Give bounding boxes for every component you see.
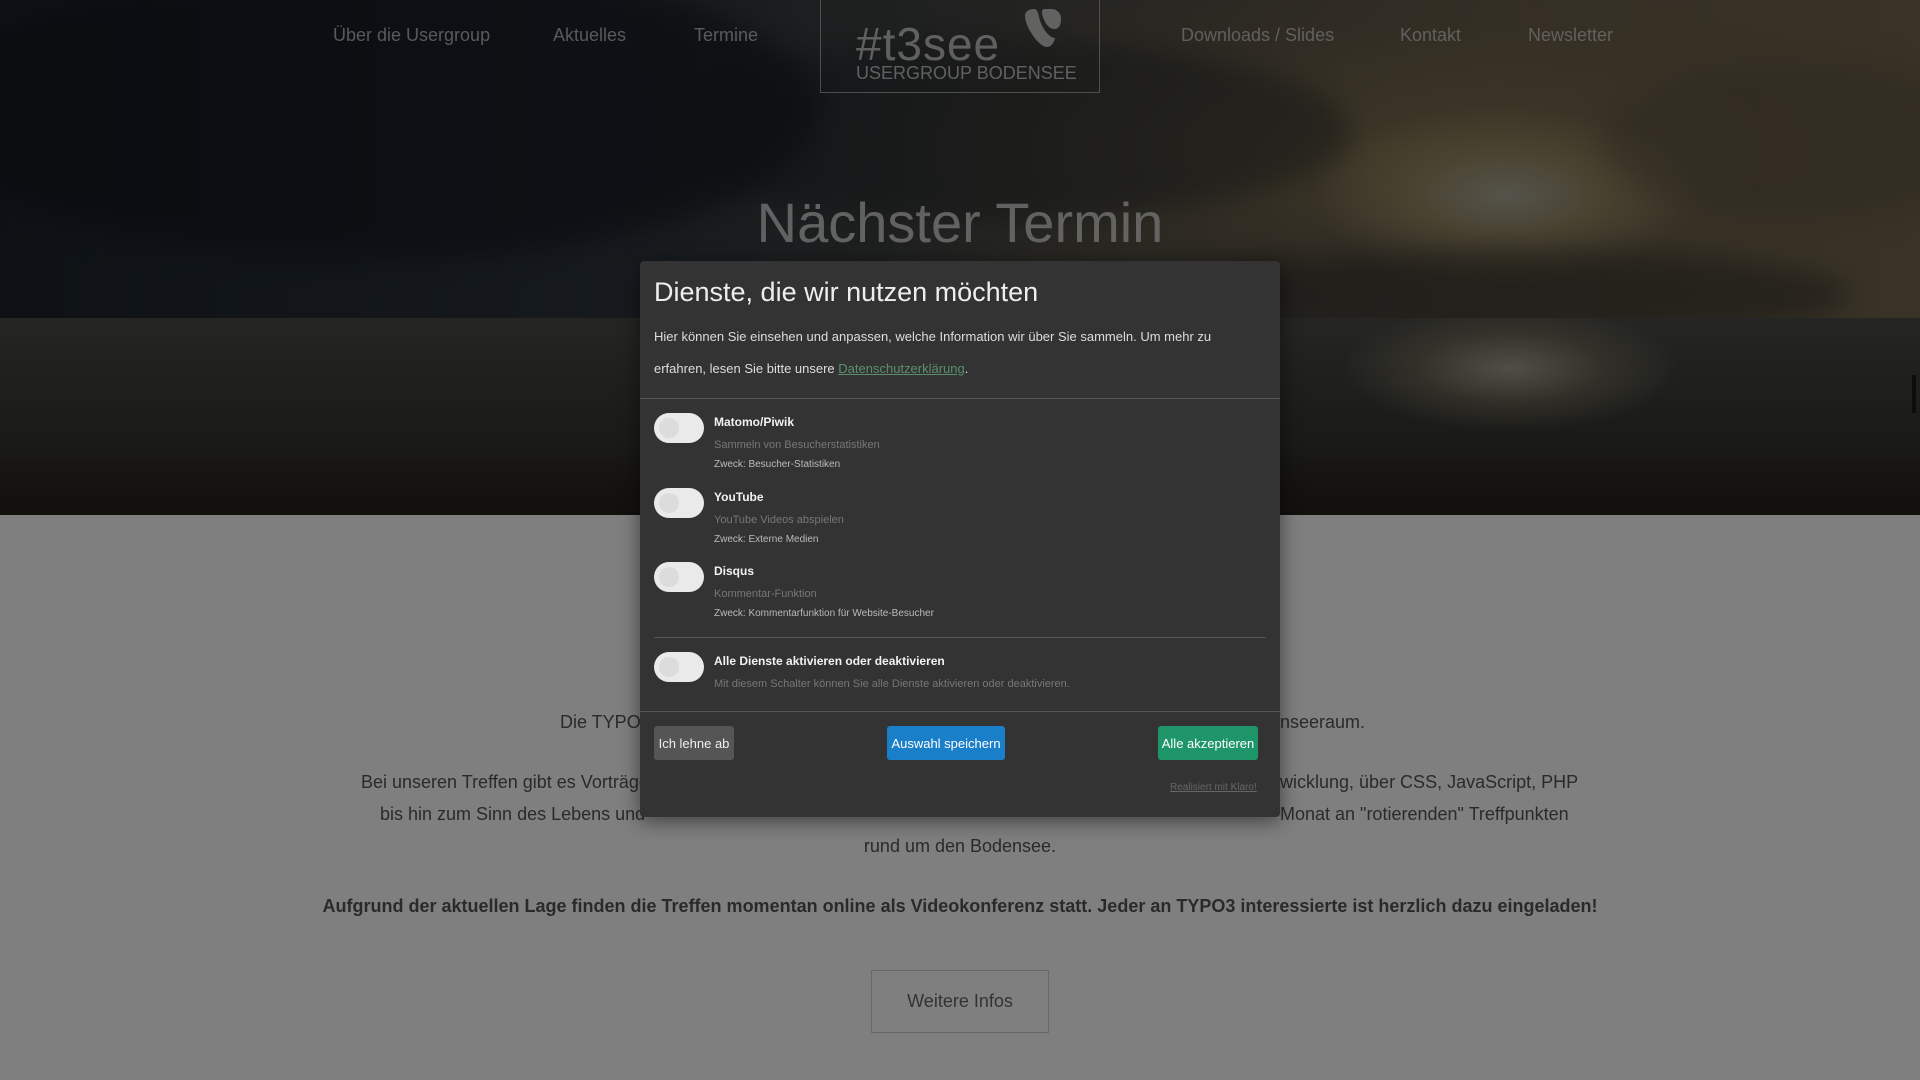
service-name: Disqus [714,564,755,578]
service-description: YouTube Videos abspielen [714,514,844,526]
service-matomo: Matomo/Piwik Sammeln von Besucherstatist… [654,413,1254,483]
youtube-toggle[interactable] [654,488,704,518]
decline-button[interactable]: Ich lehne ab [654,726,734,760]
divider [654,637,1266,638]
service-description: Sammeln von Besucherstatistiken [714,439,880,451]
service-purpose: Zweck: Kommentarfunktion für Website-Bes… [714,608,934,619]
toggle-all-switch[interactable] [654,652,704,682]
service-name: YouTube [714,490,764,504]
toggle-all-label: Alle Dienste aktivieren oder deaktiviere… [714,654,945,668]
consent-title: Dienste, die wir nutzen möchten [654,277,1039,307]
privacy-policy-link[interactable]: Datenschutzerklärung [838,361,964,376]
consent-intro-end: . [964,361,969,376]
matomo-toggle[interactable] [654,413,704,443]
service-disqus: Disqus Kommentar-Funktion Zweck: Komment… [654,562,1254,632]
consent-intro: Hier können Sie einsehen und anpassen, w… [654,321,1264,385]
save-selection-button[interactable]: Auswahl speichern [887,726,1005,760]
service-purpose: Zweck: Externe Medien [714,534,819,545]
divider [640,398,1280,399]
accept-all-button[interactable]: Alle akzeptieren [1158,726,1258,760]
disqus-toggle[interactable] [654,562,704,592]
toggle-all-description: Mit diesem Schalter können Sie alle Dien… [714,678,1070,690]
service-name: Matomo/Piwik [714,415,795,429]
divider [640,711,1280,712]
powered-by-link[interactable]: Realisiert mit Klaro! [1170,782,1257,793]
service-youtube: YouTube YouTube Videos abspielen Zweck: … [654,488,1254,558]
service-purpose: Zweck: Besucher-Statistiken [714,459,841,470]
consent-modal: Dienste, die wir nutzen möchten Hier kön… [640,261,1280,817]
service-description: Kommentar-Funktion [714,588,817,600]
